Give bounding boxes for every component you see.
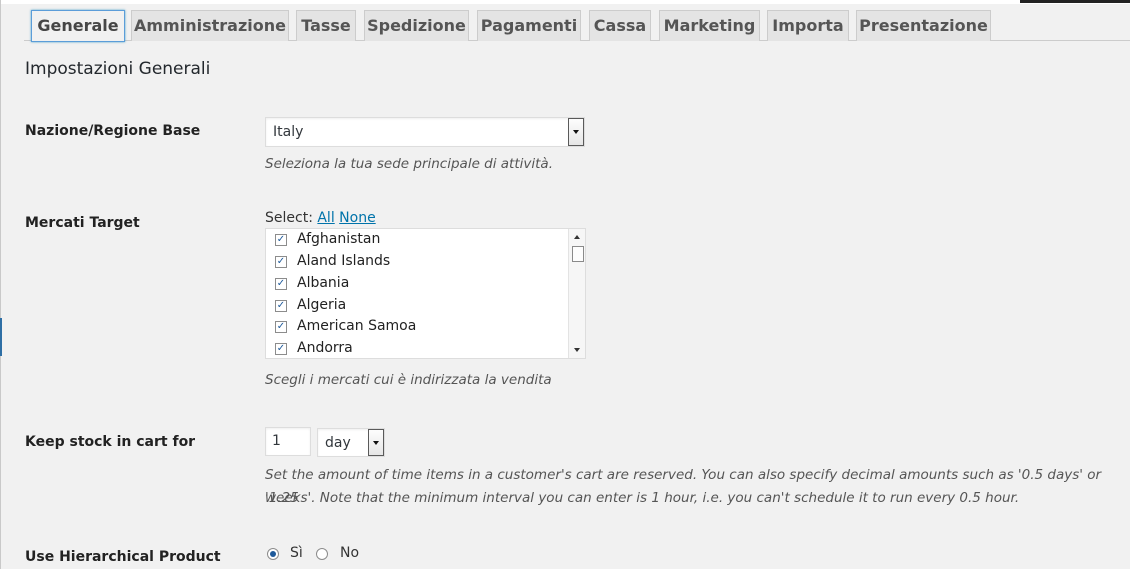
hierarchical-no-radio[interactable] — [316, 548, 328, 560]
country-name: Aland Islands — [297, 253, 391, 269]
base-country-label: Nazione/Regione Base — [25, 123, 201, 139]
tab-importa[interactable]: Importa — [767, 10, 849, 41]
scroll-up-icon[interactable] — [574, 235, 580, 239]
scroll-thumb[interactable] — [572, 246, 584, 262]
chevron-down-icon[interactable] — [568, 118, 584, 146]
list-item[interactable]: ✓ Aland Islands — [266, 252, 566, 274]
stock-amount-input[interactable]: 1 — [265, 427, 311, 456]
target-markets-description: Scegli i mercati cui è indirizzata la ve… — [265, 372, 552, 388]
select-all-none: Select: All None — [265, 210, 376, 226]
tab-pagamenti[interactable]: Pagamenti — [477, 10, 581, 41]
country-checkbox[interactable]: ✓ — [275, 321, 287, 333]
country-checkbox[interactable]: ✓ — [275, 300, 287, 312]
list-item[interactable]: ✓ Andorra — [266, 339, 566, 358]
country-checkbox[interactable]: ✓ — [275, 256, 287, 268]
left-border — [0, 0, 1, 569]
stock-unit-select[interactable]: day — [317, 428, 385, 457]
admin-bar-edge — [1020, 0, 1130, 3]
checkmark-icon: ✓ — [276, 343, 286, 354]
checkmark-icon: ✓ — [276, 234, 286, 245]
country-name: American Samoa — [297, 318, 417, 334]
country-checkbox[interactable]: ✓ — [275, 234, 287, 246]
stock-unit-value: day — [325, 435, 351, 451]
scroll-down-icon[interactable] — [574, 348, 580, 352]
chevron-down-icon[interactable] — [368, 429, 384, 456]
country-name: Afghanistan — [297, 231, 381, 247]
list-item[interactable]: ✓ Algeria — [266, 296, 566, 318]
tab-presentazione[interactable]: Presentazione — [856, 10, 991, 41]
tab-cassa[interactable]: Cassa — [589, 10, 651, 41]
section-title: Impostazioni Generali — [25, 59, 211, 79]
country-name: Andorra — [297, 340, 353, 356]
select-all-link[interactable]: All — [317, 210, 334, 226]
country-name: Albania — [297, 275, 350, 291]
tab-amministrazione[interactable]: Amministrazione — [131, 10, 289, 41]
select-prefix: Select: — [265, 210, 313, 226]
left-border-marker — [0, 318, 2, 356]
checkmark-icon: ✓ — [276, 321, 286, 332]
settings-tabs: Generale Amministrazione Tasse Spedizion… — [24, 10, 1130, 42]
list-item[interactable]: ✓ Afghanistan — [266, 230, 566, 252]
country-checkbox[interactable]: ✓ — [275, 278, 287, 290]
top-strip — [0, 0, 1130, 4]
hierarchical-yes-label: Sì — [290, 545, 303, 561]
tab-marketing[interactable]: Marketing — [659, 10, 760, 41]
stock-in-cart-description-line2: weeks'. Note that the minimum interval y… — [265, 490, 1020, 506]
hierarchical-yes-radio[interactable] — [267, 548, 279, 560]
hierarchical-label: Use Hierarchical Product — [25, 549, 221, 565]
stock-in-cart-label: Keep stock in cart for — [25, 434, 196, 450]
list-item[interactable]: ✓ American Samoa — [266, 317, 566, 339]
tab-tasse[interactable]: Tasse — [296, 10, 356, 41]
select-none-link[interactable]: None — [339, 210, 376, 226]
base-country-select[interactable]: Italy — [265, 117, 585, 147]
country-checkbox[interactable]: ✓ — [275, 343, 287, 355]
checkmark-icon: ✓ — [276, 300, 286, 311]
target-markets-list[interactable]: ✓ Afghanistan ✓ Aland Islands ✓ Albania … — [265, 228, 586, 359]
checkmark-icon: ✓ — [276, 256, 286, 267]
checkmark-icon: ✓ — [276, 278, 286, 289]
base-country-value: Italy — [273, 124, 304, 140]
list-item[interactable]: ✓ Albania — [266, 274, 566, 296]
country-name: Algeria — [297, 297, 347, 313]
base-country-description: Seleziona la tua sede principale di atti… — [265, 156, 553, 172]
target-markets-label: Mercati Target — [25, 215, 140, 231]
tab-spedizione[interactable]: Spedizione — [364, 10, 469, 41]
tab-generale[interactable]: Generale — [31, 10, 125, 42]
list-scrollbar[interactable] — [568, 229, 585, 358]
hierarchical-no-label: No — [340, 545, 360, 561]
